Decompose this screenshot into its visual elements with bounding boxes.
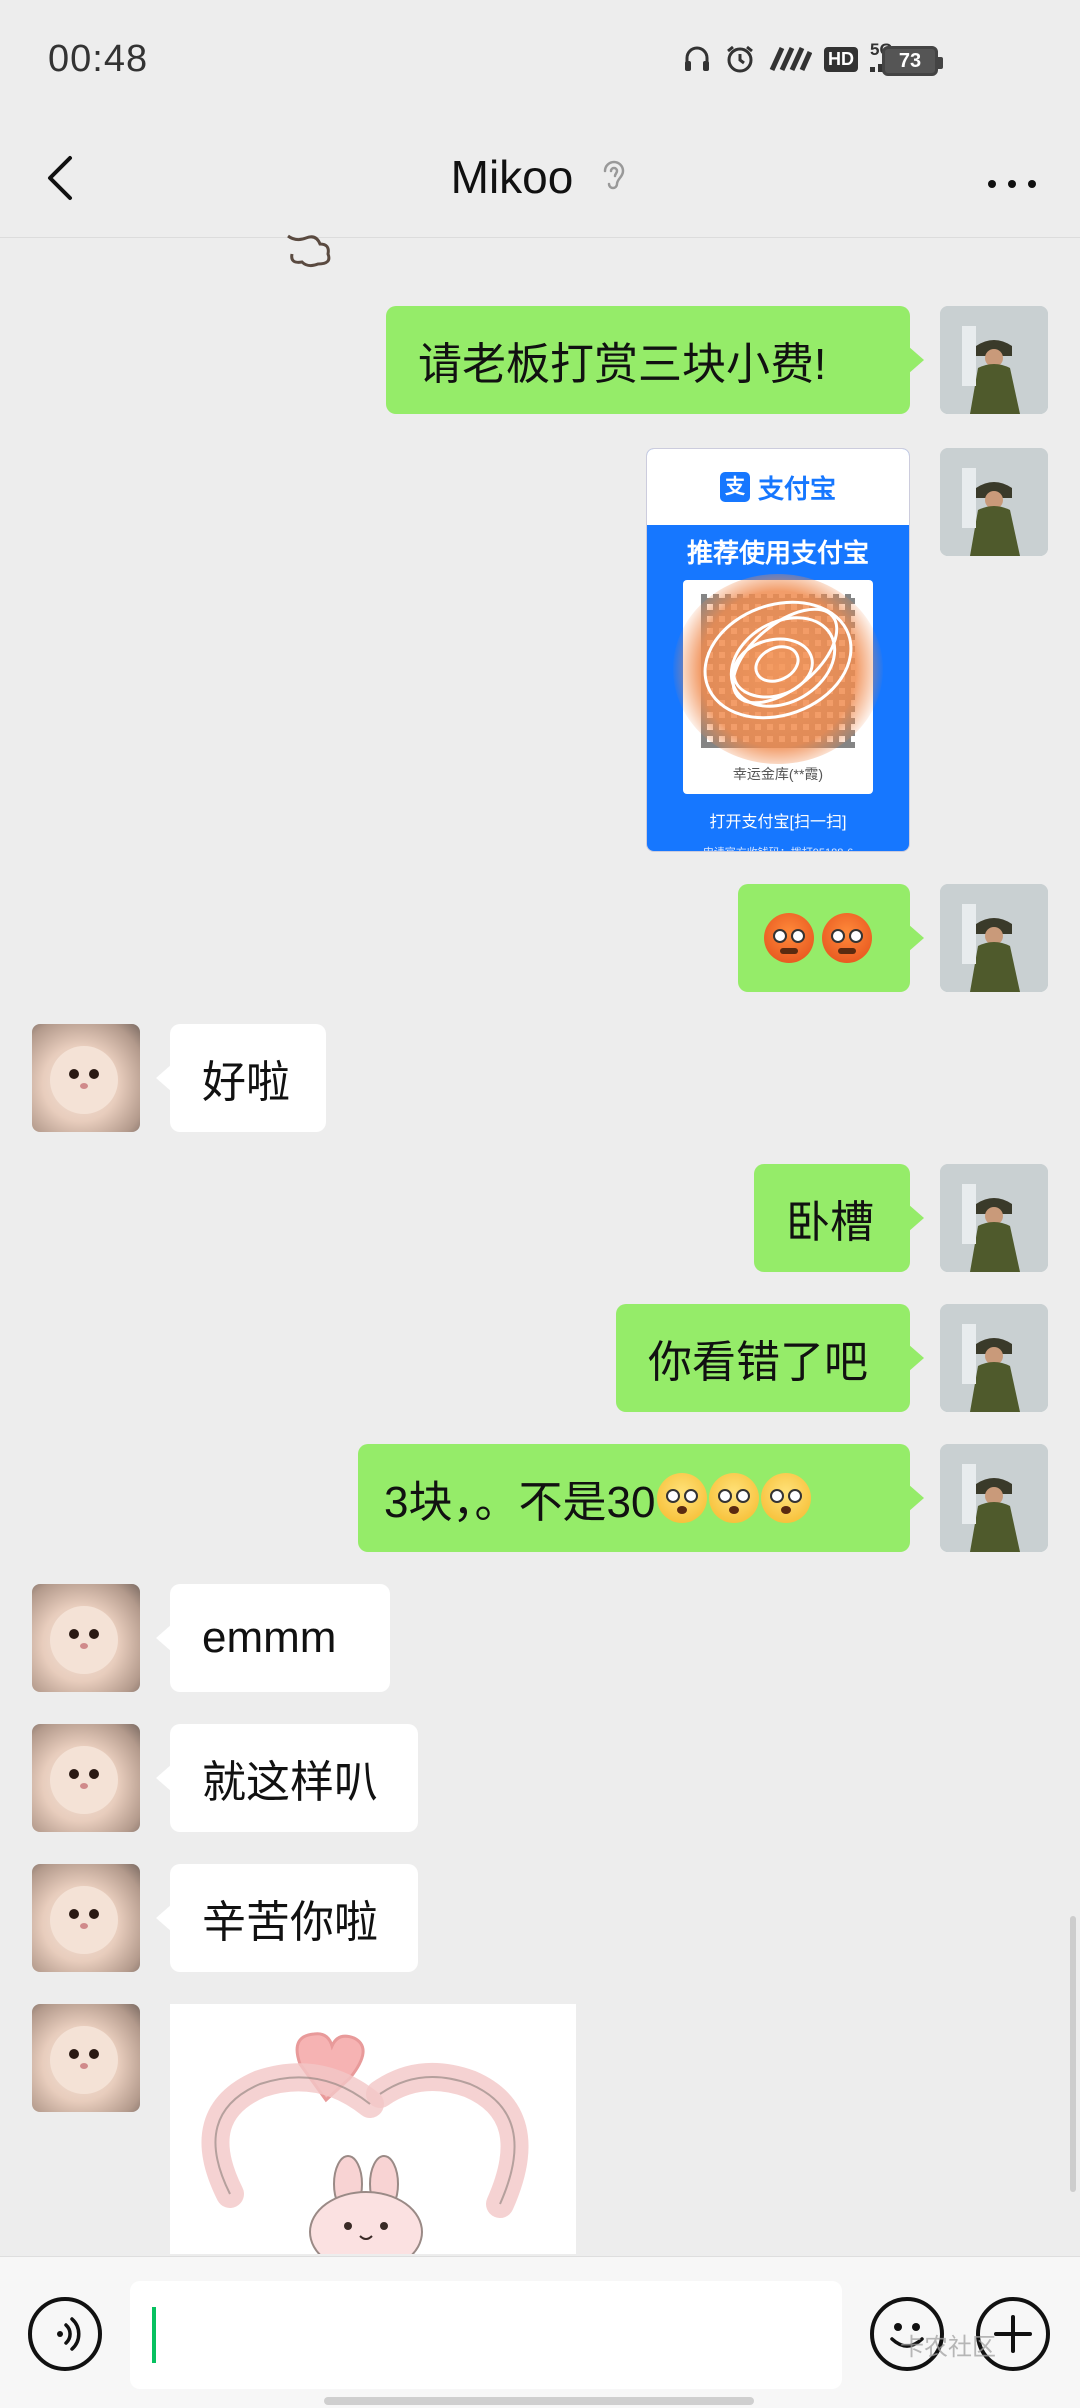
signal-bars-icon <box>768 42 812 76</box>
more-dots-icon <box>988 180 1036 188</box>
status-time: 00:48 <box>48 38 149 80</box>
message-bubble[interactable]: 你看错了吧 <box>616 1304 924 1412</box>
chat-title: Mikoo <box>450 151 574 203</box>
voice-input-button[interactable] <box>28 2297 102 2371</box>
message-text: 就这样叭 <box>202 1758 378 1807</box>
battery-icon: 73 <box>882 46 943 76</box>
message-bubble[interactable]: emmm <box>156 1584 390 1692</box>
my-avatar[interactable] <box>940 1304 1048 1412</box>
bunny-heart-sticker[interactable] <box>170 2004 576 2254</box>
message-bubble[interactable]: 就这样叭 <box>156 1724 418 1832</box>
contact-avatar[interactable] <box>32 2004 140 2112</box>
hd-icon: HD <box>824 42 858 76</box>
input-bar: 卡农社区 <box>0 2256 1080 2408</box>
message-bubble[interactable] <box>738 884 924 992</box>
qr-payee-name: 幸运金库(**霞) <box>732 766 824 782</box>
message-text: 好啦 <box>202 1058 290 1107</box>
my-avatar[interactable] <box>940 448 1048 556</box>
message-input[interactable] <box>130 2281 842 2389</box>
contact-avatar[interactable] <box>32 1584 140 1692</box>
message-bubble[interactable]: 卧槽 <box>754 1164 924 1272</box>
qr-footer-text: 申请官方收钱码：拨打95188-6 <box>647 844 909 851</box>
home-indicator[interactable] <box>324 2397 754 2405</box>
my-avatar[interactable] <box>940 1164 1048 1272</box>
headphones-icon <box>682 42 712 76</box>
message-text: 请老板打赏三块小费! <box>418 340 827 389</box>
flushed-face-icon <box>657 1473 708 1523</box>
status-icons: HD 5G <box>682 41 910 76</box>
qr-headline: 推荐使用支付宝 <box>686 538 869 568</box>
voice-wave-icon <box>57 2317 81 2351</box>
contact-avatar[interactable] <box>32 1724 140 1832</box>
alipay-logo-icon: 支 <box>719 472 750 502</box>
text-caret <box>152 2307 156 2363</box>
message-bubble[interactable]: 3块，。不是30 <box>358 1444 924 1552</box>
angry-sweat-face-icon <box>822 913 872 963</box>
message-bubble[interactable]: 辛苦你啦 <box>156 1864 418 1972</box>
message-bubble[interactable]: 好啦 <box>156 1024 326 1132</box>
partial-sticker-image <box>287 234 331 268</box>
message-text: 辛苦你啦 <box>202 1898 378 1947</box>
qr-code-box: 幸运金库(**霞) <box>673 574 883 794</box>
flushed-face-icon <box>709 1473 760 1523</box>
my-avatar[interactable] <box>940 1444 1048 1552</box>
my-avatar[interactable] <box>940 306 1048 414</box>
contact-avatar[interactable] <box>32 1024 140 1132</box>
watermark: 卡农社区 <box>900 2334 996 2361</box>
message-text: 3块，。不是30 <box>384 1478 656 1527</box>
alipay-header: 支 支付宝 <box>647 449 909 525</box>
message-text: 你看错了吧 <box>648 1338 868 1387</box>
scrollbar[interactable] <box>1070 1916 1076 2192</box>
message-bubble[interactable]: 请老板打赏三块小费! <box>386 306 924 414</box>
angry-face-icon <box>764 913 814 963</box>
alarm-icon <box>724 42 756 76</box>
my-avatar[interactable] <box>940 884 1048 992</box>
contact-avatar[interactable] <box>32 1864 140 1972</box>
more-options-button[interactable] <box>980 150 1044 210</box>
status-bar: 00:48 HD 5G 73 <box>0 0 1080 120</box>
earpiece-mode-icon <box>604 160 625 190</box>
chat-title-wrapper: Mikoo <box>0 150 1080 204</box>
qr-scribble-redaction <box>703 600 853 720</box>
message-text: emmm <box>202 1613 337 1662</box>
alipay-brand: 支付宝 <box>757 473 836 504</box>
image-message-qr-code[interactable]: 支 支付宝 推荐使用支付宝 幸运金库(**霞) 打开支付宝[扫一扫] 申请官方收… <box>646 448 910 852</box>
chat-header: Mikoo <box>0 120 1080 238</box>
message-text: 卧槽 <box>786 1198 874 1247</box>
flushed-face-icon <box>761 1473 812 1523</box>
qr-scan-instruction: 打开支付宝[扫一扫] <box>709 814 847 831</box>
